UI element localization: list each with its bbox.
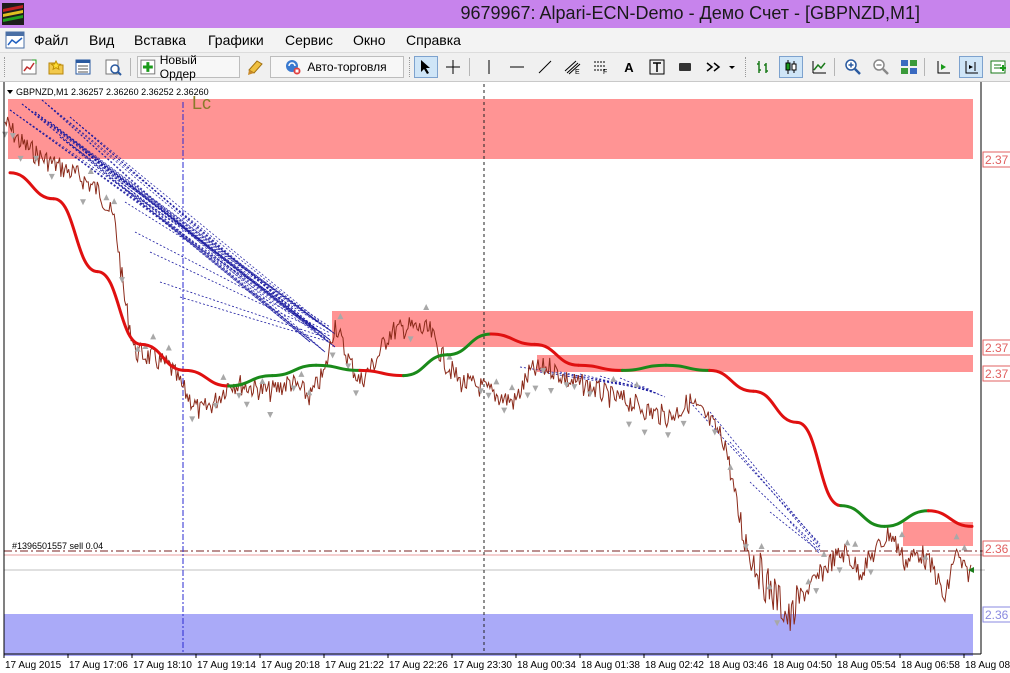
menu-bar: Файл Вид Вставка Графики Сервис Окно Спр… [0, 28, 1010, 53]
time-axis-label: 17 Aug 22:26 [389, 660, 448, 671]
auto-scroll-icon[interactable] [959, 56, 983, 78]
line-chart-icon[interactable] [807, 56, 831, 78]
auto-trading-button[interactable]: Авто-торговля [270, 56, 404, 78]
navigator-icon[interactable] [101, 56, 125, 78]
toolbar-separator [834, 58, 835, 76]
svg-text:E: E [575, 69, 580, 75]
rectangle-icon[interactable] [673, 56, 697, 78]
time-axis-label: 17 Aug 2015 [5, 660, 62, 671]
time-axis-label: 18 Aug 00:34 [517, 660, 576, 671]
arrows-dropdown-icon[interactable] [700, 56, 740, 78]
candlestick-chart-icon[interactable] [779, 56, 803, 78]
chart-background [0, 82, 1010, 673]
title-bar: 9679967: Alpari-ECN-Demo - Демо Счет - [… [0, 0, 1010, 28]
resistance-zone [332, 311, 973, 347]
indicators-list-icon[interactable] [987, 56, 1010, 78]
menu-file[interactable]: Файл [34, 32, 68, 48]
tile-windows-icon[interactable] [897, 56, 921, 78]
price-axis-label: 2.37 [985, 153, 1009, 167]
toolbar-grip[interactable] [4, 57, 8, 77]
time-axis-label: 17 Aug 23:30 [453, 660, 512, 671]
auto-trading-label: Авто-торговля [307, 60, 387, 74]
toolbar-grip[interactable] [745, 57, 749, 77]
auto-trading-icon [286, 60, 301, 75]
support-zone [4, 614, 973, 656]
time-axis-label: 18 Aug 06:58 [901, 660, 960, 671]
zoom-out-icon[interactable] [869, 56, 893, 78]
zoom-in-icon[interactable] [841, 56, 865, 78]
time-axis-label: 18 Aug 01:38 [581, 660, 640, 671]
bar-chart-icon[interactable] [751, 56, 775, 78]
menu-view[interactable]: Вид [89, 32, 114, 48]
market-watch-icon[interactable] [71, 56, 95, 78]
price-chart[interactable]: 2.37 2.37 2.37 2.36 2.36 17 Aug 2015 17 Aug 17… [0, 82, 1010, 673]
vertical-line-icon[interactable] [477, 56, 501, 78]
toolbar-separator [469, 58, 470, 76]
new-order-label: Новый Ордер [159, 53, 197, 81]
toolbar-separator [924, 58, 925, 76]
price-axis-label: 2.37 [985, 367, 1009, 381]
price-axis-label: 2.36 [985, 542, 1009, 556]
toolbar-grip[interactable] [409, 57, 413, 77]
svg-text:F: F [603, 69, 607, 75]
menu-tools[interactable]: Сервис [285, 32, 333, 48]
time-axis-label: 18 Aug 02:42 [645, 660, 704, 671]
toolbar-separator [130, 58, 131, 76]
trendline-icon[interactable] [533, 56, 557, 78]
equidistant-channel-icon[interactable]: E [561, 56, 585, 78]
time-axis-label: 17 Aug 21:22 [325, 660, 384, 671]
new-order-icon [140, 59, 156, 75]
price-axis-label: 2.36 [985, 608, 1009, 622]
order-label: #1396501557 sell 0.04 [12, 541, 103, 551]
time-axis-label: 18 Aug 03:46 [709, 660, 768, 671]
new-order-button[interactable]: Новый Ордер [137, 53, 240, 81]
metaeditor-icon[interactable] [243, 56, 267, 78]
profiles-icon[interactable] [44, 56, 68, 78]
chart-shift-icon[interactable] [931, 56, 955, 78]
crosshair-icon[interactable] [441, 56, 465, 78]
cursor-icon[interactable] [414, 56, 438, 78]
chart-window-icon[interactable] [4, 30, 26, 50]
window-title: 9679967: Alpari-ECN-Demo - Демо Счет - [… [460, 3, 920, 23]
resistance-zone [8, 99, 973, 159]
lc-label: Lc [192, 93, 211, 113]
time-axis-label: 17 Aug 17:06 [69, 660, 128, 671]
time-axis-label: 18 Aug 05:54 [837, 660, 896, 671]
horizontal-line-icon[interactable] [505, 56, 529, 78]
symbol-info: GBPNZD,M1 2.36257 2.36260 2.36252 2.3626… [16, 87, 209, 97]
menu-help[interactable]: Справка [406, 32, 461, 48]
fibonacci-icon[interactable]: F [589, 56, 613, 78]
time-axis-label: 18 Aug 08: [965, 660, 1010, 671]
menu-insert[interactable]: Вставка [134, 32, 186, 48]
time-axis-label: 17 Aug 20:18 [261, 660, 320, 671]
text-tool-button[interactable]: A [617, 56, 641, 78]
price-axis-label: 2.37 [985, 341, 1009, 355]
time-axis-label: 17 Aug 18:10 [133, 660, 192, 671]
time-axis-label: 18 Aug 04:50 [773, 660, 832, 671]
new-chart-icon[interactable] [17, 56, 41, 78]
toolbar: Новый Ордер Авто-торговля E F A [0, 53, 1010, 82]
menu-window[interactable]: Окно [353, 32, 386, 48]
time-axis-label: 17 Aug 19:14 [197, 660, 256, 671]
menu-charts[interactable]: Графики [208, 32, 264, 48]
text-label-icon[interactable] [645, 56, 669, 78]
